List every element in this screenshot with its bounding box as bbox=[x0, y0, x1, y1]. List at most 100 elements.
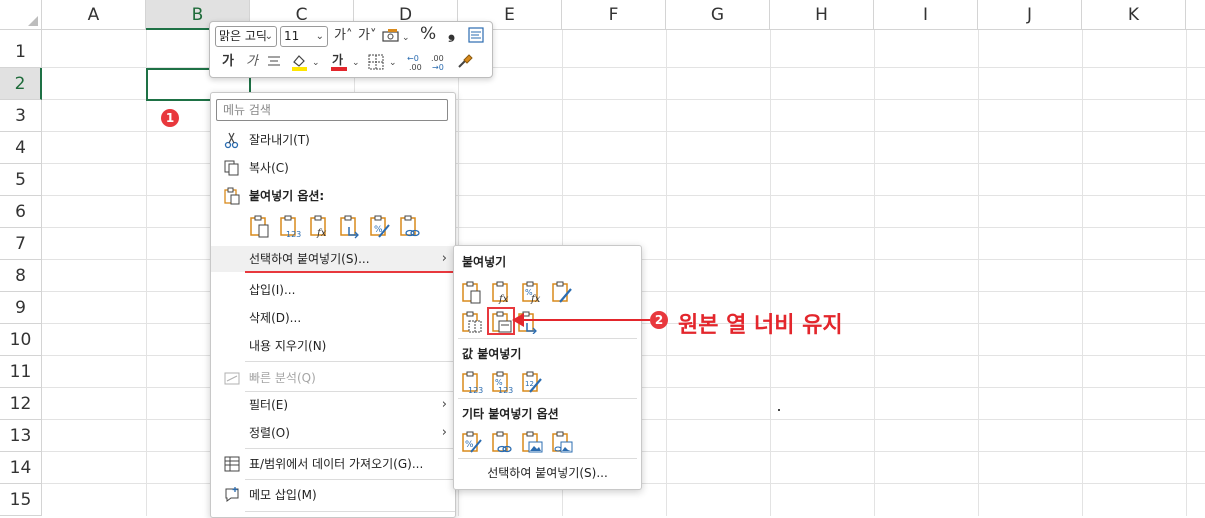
grid-line bbox=[978, 30, 979, 516]
row-header-1[interactable]: 1 bbox=[0, 36, 42, 68]
bold-button[interactable]: 가 bbox=[222, 53, 234, 71]
wrap-text-icon bbox=[468, 27, 484, 43]
menu-item-filter[interactable]: 필터(E) › bbox=[211, 392, 455, 418]
borders-icon: ⌄ bbox=[368, 54, 397, 70]
decrease-decimal-button[interactable]: .00 →0 bbox=[430, 52, 450, 78]
paste-link-icon[interactable] bbox=[399, 215, 421, 239]
paste-values-number-format-icon[interactable]: % 123 bbox=[490, 370, 514, 394]
submenu-item-paste-special[interactable]: 선택하여 붙여넣기(S)... bbox=[454, 462, 641, 484]
svg-text:fx: fx bbox=[316, 228, 327, 239]
stray-dot bbox=[778, 409, 780, 411]
row-header-13[interactable]: 13 bbox=[0, 420, 42, 452]
row-header-11[interactable]: 11 bbox=[0, 356, 42, 388]
paste-values-icon[interactable]: 123 bbox=[279, 215, 301, 239]
clipboard-icon bbox=[224, 187, 240, 205]
row-header-8[interactable]: 8 bbox=[0, 260, 42, 292]
menu-item-label: 붙여넣기 옵션: bbox=[249, 189, 325, 203]
grid-line bbox=[874, 30, 875, 516]
wrap-text-button[interactable] bbox=[468, 27, 484, 49]
paste-no-borders-icon[interactable] bbox=[460, 310, 484, 334]
row-header-5[interactable]: 5 bbox=[0, 164, 42, 196]
paste-formatting-icon[interactable]: % bbox=[369, 215, 391, 239]
row-header-4[interactable]: 4 bbox=[0, 132, 42, 164]
paste-formulas-number-format-icon[interactable]: % fx bbox=[520, 280, 544, 304]
menu-item-get-data[interactable]: 표/범위에서 데이터 가져오기(G)... bbox=[211, 451, 455, 477]
font-size-combo[interactable]: 11 ⌄ bbox=[280, 26, 328, 47]
row-header-7[interactable]: 7 bbox=[0, 228, 42, 260]
row-header-10[interactable]: 10 bbox=[0, 324, 42, 356]
column-header-k[interactable]: K bbox=[1082, 0, 1186, 30]
chevron-right-icon: › bbox=[441, 251, 447, 266]
menu-separator bbox=[245, 511, 455, 512]
callout-arrow-head bbox=[512, 313, 524, 327]
menu-item-paste-special[interactable]: 선택하여 붙여넣기(S)... › bbox=[211, 246, 455, 272]
svg-text:fx: fx bbox=[498, 294, 509, 304]
accounting-format-button[interactable]: ⌄ bbox=[382, 27, 412, 51]
paste-link-icon[interactable] bbox=[490, 430, 514, 454]
paste-transpose-icon[interactable] bbox=[339, 215, 361, 239]
menu-item-label: 삽입(I)... bbox=[249, 283, 296, 297]
menu-item-label: 내용 지우기(N) bbox=[249, 339, 327, 353]
italic-button[interactable]: 가 bbox=[246, 53, 258, 71]
comma-style-button[interactable]: ❟ bbox=[448, 24, 455, 42]
borders-button[interactable]: ⌄ bbox=[368, 53, 400, 77]
row-header-9[interactable]: 9 bbox=[0, 292, 42, 324]
shrink-font-button[interactable]: 가˅ bbox=[358, 27, 376, 45]
row-header-6[interactable]: 6 bbox=[0, 196, 42, 228]
paste-formulas-icon[interactable]: fx bbox=[490, 280, 514, 304]
paste-picture-icon[interactable] bbox=[520, 430, 544, 454]
row-header-3[interactable]: 3 bbox=[0, 100, 42, 132]
percent-button[interactable]: % bbox=[420, 25, 436, 43]
callout-arrow-line bbox=[520, 319, 650, 321]
paste-icon[interactable] bbox=[249, 215, 271, 239]
font-name-combo[interactable]: 맑은 고딕 ⌄ bbox=[215, 26, 277, 47]
grow-font-button[interactable]: 가˄ bbox=[334, 27, 352, 45]
menu-item-copy[interactable]: 복사(C) bbox=[211, 155, 455, 181]
svg-text:→0: →0 bbox=[432, 63, 444, 72]
column-header-partial bbox=[1186, 0, 1205, 30]
column-header-j[interactable]: J bbox=[978, 0, 1082, 30]
align-center-button[interactable] bbox=[266, 53, 282, 75]
paste-values-icon[interactable]: 123 bbox=[460, 370, 484, 394]
callout-label: 원본 열 너비 유지 bbox=[678, 313, 843, 338]
chevron-down-icon: ⌄ bbox=[264, 31, 273, 42]
paste-icon[interactable] bbox=[460, 280, 484, 304]
row-header-15[interactable]: 15 bbox=[0, 484, 42, 516]
row-header-12[interactable]: 12 bbox=[0, 388, 42, 420]
paste-values-source-formatting-icon[interactable]: 12 bbox=[520, 370, 544, 394]
submenu-separator bbox=[458, 458, 637, 459]
menu-item-clear-contents[interactable]: 내용 지우기(N) bbox=[211, 333, 455, 359]
highlight-underline bbox=[245, 271, 455, 273]
accounting-format-icon: ⌄ bbox=[382, 29, 410, 43]
paste-formatting-icon[interactable]: % bbox=[460, 430, 484, 454]
column-header-g[interactable]: G bbox=[666, 0, 770, 30]
column-header-a[interactable]: A bbox=[42, 0, 146, 30]
submenu-section-paste: 붙여넣기 bbox=[462, 255, 507, 269]
menu-item-sort[interactable]: 정렬(O) › bbox=[211, 420, 455, 446]
menu-item-insert-comment[interactable]: 메모 삽입(M) bbox=[211, 482, 455, 508]
grid-line bbox=[1082, 30, 1083, 516]
menu-item-cut[interactable]: 잘라내기(T) bbox=[211, 127, 455, 153]
menu-item-label: 표/범위에서 데이터 가져오기(G)... bbox=[249, 457, 424, 471]
column-header-i[interactable]: I bbox=[874, 0, 978, 30]
paste-linked-picture-icon[interactable] bbox=[550, 430, 574, 454]
format-painter-button[interactable] bbox=[456, 52, 474, 76]
paste-keep-source-formatting-icon[interactable] bbox=[550, 280, 574, 304]
svg-text:123: 123 bbox=[286, 230, 301, 239]
column-header-h[interactable]: H bbox=[770, 0, 874, 30]
font-color-button[interactable]: 가 ⌄ bbox=[330, 52, 364, 78]
svg-text:12: 12 bbox=[525, 380, 534, 388]
row-header-2[interactable]: 2 bbox=[0, 68, 42, 100]
menu-item-label: 복사(C) bbox=[249, 161, 289, 175]
row-header-14[interactable]: 14 bbox=[0, 452, 42, 484]
select-all-corner[interactable] bbox=[0, 0, 42, 30]
fill-color-button[interactable]: ⌄ bbox=[290, 52, 324, 78]
menu-search-input[interactable]: 메뉴 검색 bbox=[216, 99, 448, 121]
increase-decimal-button[interactable]: ←0 .00 bbox=[406, 52, 426, 78]
menu-item-delete[interactable]: 삭제(D)... bbox=[211, 305, 455, 331]
increase-decimal-icon: ←0 .00 bbox=[407, 54, 422, 72]
menu-item-insert[interactable]: 삽입(I)... bbox=[211, 277, 455, 303]
paste-formulas-icon[interactable]: fx bbox=[309, 215, 331, 239]
column-header-f[interactable]: F bbox=[562, 0, 666, 30]
quick-analysis-icon bbox=[224, 372, 240, 385]
